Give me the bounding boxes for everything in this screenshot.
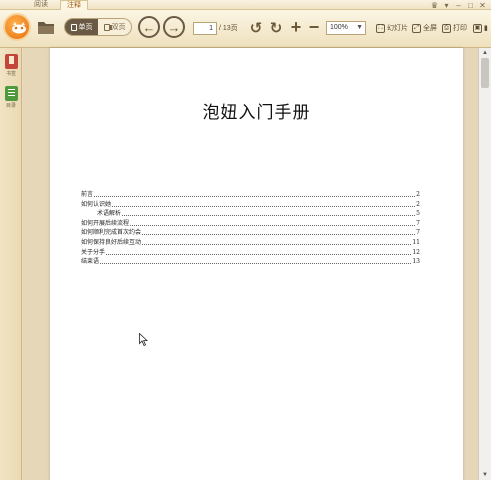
single-page-icon bbox=[70, 23, 77, 31]
fullscreen-button[interactable]: ⤢ 全屏 bbox=[412, 22, 437, 34]
tab-read[interactable]: 阅读 bbox=[28, 0, 54, 10]
zoom-select[interactable]: 100% ▼ bbox=[326, 21, 366, 35]
scroll-down-icon[interactable]: ▼ bbox=[479, 470, 491, 480]
toolbar: 单页 双页 ← → 1 / 13页 ↺ ↻ + − 100% ▼ ⛶ 幻灯片 ⤢… bbox=[0, 10, 491, 48]
toc-leader-dots bbox=[142, 244, 412, 245]
toc-entry-page: 7 bbox=[416, 229, 420, 237]
double-page-button[interactable]: 双页 bbox=[98, 19, 131, 35]
toc-entry[interactable]: 前言 2 bbox=[81, 190, 420, 199]
window-controls: ♛ ▾ – □ ✕ bbox=[430, 0, 487, 10]
zoom-in-icon[interactable]: + bbox=[289, 17, 303, 37]
next-page-button[interactable]: → bbox=[163, 16, 185, 38]
rotate-right-icon[interactable]: ↻ bbox=[268, 20, 284, 37]
chevron-down-icon: ▼ bbox=[356, 24, 363, 31]
minimize-button[interactable]: – bbox=[454, 1, 463, 10]
rotate-left-icon[interactable]: ↺ bbox=[248, 20, 264, 37]
toc-entry-page: 13 bbox=[412, 258, 420, 266]
sidebar-item-contents[interactable]: 目录 bbox=[2, 86, 20, 109]
document-title: 泡妞入门手册 bbox=[202, 103, 311, 123]
toc-leader-dots bbox=[122, 215, 416, 217]
more-button[interactable]: ▣ ▮ bbox=[473, 22, 488, 34]
print-button[interactable]: ⎙ 打印 bbox=[442, 22, 467, 34]
toc-entry-title: 如何保持良好后续互动 bbox=[81, 239, 142, 246]
toc-entry[interactable]: 结束语 13 bbox=[81, 257, 420, 266]
toc-leader-dots bbox=[94, 196, 416, 197]
toc-entry-page: 12 bbox=[412, 248, 420, 256]
toc-leader-dots bbox=[112, 205, 416, 207]
toc-entry[interactable]: 如何开展后续流程 7 bbox=[81, 219, 420, 228]
printer-icon: ⎙ bbox=[442, 23, 451, 33]
page-total: / 13页 bbox=[219, 25, 238, 32]
toc-entry-title: 如何开展后续流程 bbox=[81, 219, 130, 227]
toc-leader-dots bbox=[130, 224, 416, 226]
slideshow-icon: ⛶ bbox=[376, 23, 385, 33]
document-page: 泡妞入门手册 前言 2 如何认识她 2 术语解析 5 如何开展后续流程 7 如何顺利完成首次约会… bbox=[50, 48, 463, 480]
arrow-right-icon: → bbox=[167, 19, 181, 35]
toc-entry-page: 2 bbox=[416, 191, 420, 198]
sidebar-item-bookmarks[interactable]: 书签 bbox=[2, 54, 20, 77]
toc-entry-title: 关于分手 bbox=[81, 248, 106, 256]
menu-dropdown-icon[interactable]: ▾ bbox=[442, 1, 451, 10]
open-folder-icon[interactable] bbox=[37, 19, 55, 35]
scrollbar-thumb[interactable] bbox=[481, 58, 489, 88]
bookmark-icon bbox=[4, 54, 18, 69]
toc-entry[interactable]: 如何保持良好后续互动 11 bbox=[81, 238, 420, 247]
toc-entry-page: 7 bbox=[416, 219, 420, 227]
toc-entry[interactable]: 术语解析 5 bbox=[81, 209, 420, 218]
arrow-left-icon: ← bbox=[142, 19, 156, 35]
tab-strip: 阅读 注释 ♛ ▾ – □ ✕ bbox=[0, 0, 491, 11]
toc-entry-title: 结束语 bbox=[81, 258, 100, 266]
skin-icon[interactable]: ♛ bbox=[430, 1, 439, 10]
page-number-input[interactable]: 1 bbox=[193, 22, 217, 35]
toc-leader-dots bbox=[100, 263, 412, 265]
close-button[interactable]: ✕ bbox=[478, 1, 487, 10]
toc-entry[interactable]: 如何顺利完成首次约会 7 bbox=[81, 228, 420, 237]
vertical-scrollbar[interactable]: ▲ ▼ bbox=[478, 48, 491, 480]
toc-leader-dots bbox=[106, 253, 412, 255]
slideshow-button[interactable]: ⛶ 幻灯片 bbox=[376, 22, 408, 34]
toc-entry-title: 前言 bbox=[81, 191, 94, 198]
page-mode-toggle: 单页 双页 bbox=[64, 18, 132, 36]
toc-entry-title: 如何顺利完成首次约会 bbox=[81, 229, 142, 237]
toc-leader-dots bbox=[142, 234, 416, 236]
toc-entry[interactable]: 关于分手 12 bbox=[81, 248, 420, 257]
toc-entry-page: 5 bbox=[416, 210, 420, 218]
toc-entry-title: 如何认识她 bbox=[81, 200, 112, 208]
double-page-icon bbox=[103, 23, 110, 31]
toc-entry-page: 11 bbox=[412, 239, 420, 246]
mouse-cursor-icon bbox=[139, 333, 148, 346]
previous-page-button[interactable]: ← bbox=[138, 16, 160, 38]
scroll-up-icon[interactable]: ▲ bbox=[479, 48, 491, 58]
zoom-out-icon[interactable]: − bbox=[307, 17, 321, 37]
sidebar: 书签 目录 bbox=[0, 48, 22, 480]
table-of-contents-icon bbox=[4, 86, 18, 101]
toc-entry-title: 术语解析 bbox=[97, 210, 122, 218]
single-page-button[interactable]: 单页 bbox=[65, 19, 98, 35]
maximize-button[interactable]: □ bbox=[466, 1, 475, 10]
more-icon: ▣ bbox=[473, 23, 482, 33]
fullscreen-icon: ⤢ bbox=[412, 23, 421, 33]
toc-entry[interactable]: 如何认识她 2 bbox=[81, 200, 420, 209]
toc-entry-page: 2 bbox=[416, 200, 420, 208]
app-logo-icon[interactable] bbox=[3, 13, 31, 41]
